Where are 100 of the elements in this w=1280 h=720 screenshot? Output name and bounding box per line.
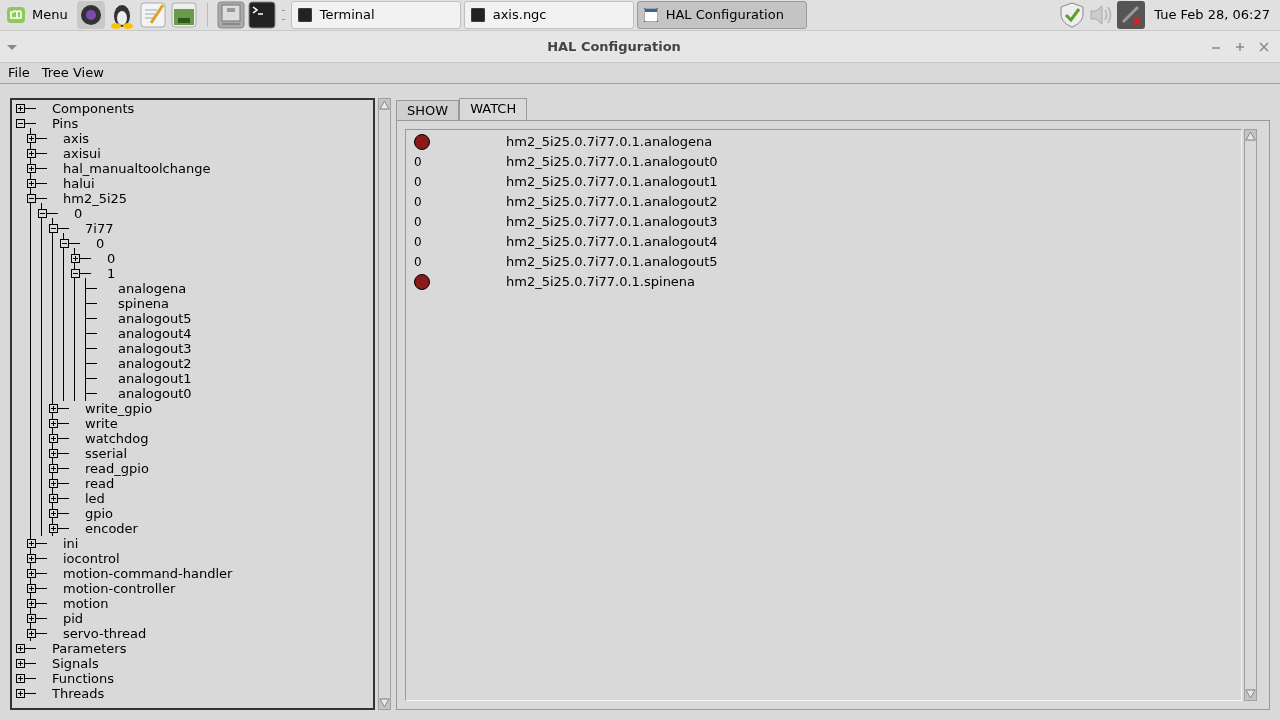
tree-item[interactable]: analogout1 bbox=[118, 371, 192, 386]
scroll-down-icon[interactable] bbox=[379, 698, 390, 709]
tree-item[interactable]: Pins bbox=[52, 116, 79, 131]
tree-item[interactable]: gpio bbox=[85, 506, 114, 521]
tree-item[interactable]: analogout0 bbox=[118, 386, 192, 401]
pin-name: hm2_5i25.0.7i77.0.1.analogout1 bbox=[506, 173, 718, 192]
expand-toggle[interactable] bbox=[16, 659, 25, 668]
tree-item[interactable]: motion-command-handler bbox=[63, 566, 233, 581]
collapse-toggle[interactable] bbox=[49, 224, 58, 233]
collapse-toggle[interactable] bbox=[27, 194, 36, 203]
expand-toggle[interactable] bbox=[27, 614, 36, 623]
expand-toggle[interactable] bbox=[49, 434, 58, 443]
tree-item[interactable]: 0 bbox=[96, 236, 105, 251]
menu-button[interactable]: Menu bbox=[4, 1, 70, 29]
expand-toggle[interactable] bbox=[49, 509, 58, 518]
collapse-toggle[interactable] bbox=[38, 209, 47, 218]
collapse-toggle[interactable] bbox=[71, 269, 80, 278]
tree-item[interactable]: ini bbox=[63, 536, 79, 551]
tree-item[interactable]: write bbox=[85, 416, 118, 431]
pin-value: 0 bbox=[414, 214, 422, 231]
tree-item[interactable]: 0 bbox=[74, 206, 83, 221]
scrollbar[interactable] bbox=[378, 98, 391, 710]
taskbar-window-button[interactable]: HAL Configuration bbox=[636, 1, 807, 29]
pin-name: hm2_5i25.0.7i77.0.1.analogout0 bbox=[506, 153, 718, 172]
maximize-icon[interactable] bbox=[1234, 40, 1246, 53]
expand-toggle[interactable] bbox=[16, 689, 25, 698]
tree-item[interactable]: Threads bbox=[52, 686, 105, 701]
expand-toggle[interactable] bbox=[49, 419, 58, 428]
menu-item[interactable]: Tree View bbox=[35, 63, 110, 83]
tree-item[interactable]: read bbox=[85, 476, 115, 491]
expand-toggle[interactable] bbox=[27, 149, 36, 158]
expand-toggle[interactable] bbox=[27, 629, 36, 638]
expand-toggle[interactable] bbox=[49, 479, 58, 488]
tree-item[interactable]: Parameters bbox=[52, 641, 127, 656]
expand-toggle[interactable] bbox=[27, 599, 36, 608]
tree-item[interactable]: servo-thread bbox=[63, 626, 147, 641]
tree-item[interactable]: Signals bbox=[52, 656, 99, 671]
expand-toggle[interactable] bbox=[49, 404, 58, 413]
tab[interactable]: WATCH bbox=[459, 98, 528, 120]
tree-item[interactable]: write_gpio bbox=[85, 401, 153, 416]
menu-item[interactable]: File bbox=[2, 63, 36, 83]
shield-check-icon[interactable] bbox=[1059, 2, 1086, 28]
tree-item[interactable]: sserial bbox=[85, 446, 128, 461]
expand-toggle[interactable] bbox=[27, 584, 36, 593]
tree-item[interactable]: analogout4 bbox=[118, 326, 192, 341]
tree-item[interactable]: 0 bbox=[107, 251, 116, 266]
close-icon[interactable] bbox=[1258, 40, 1270, 53]
tree-item[interactable]: Components bbox=[52, 101, 135, 116]
tree-item[interactable]: spinena bbox=[118, 296, 170, 311]
expand-toggle[interactable] bbox=[27, 164, 36, 173]
expand-toggle[interactable] bbox=[49, 449, 58, 458]
tree-item[interactable]: 1 bbox=[107, 266, 116, 281]
tree-item[interactable]: motion-controller bbox=[63, 581, 176, 596]
tree-item[interactable]: encoder bbox=[85, 521, 138, 536]
tree-item[interactable]: Functions bbox=[52, 671, 115, 686]
terminal-icon[interactable] bbox=[247, 1, 276, 29]
expand-toggle[interactable] bbox=[16, 644, 25, 653]
expand-toggle[interactable] bbox=[49, 524, 58, 533]
collapse-toggle[interactable] bbox=[60, 239, 69, 248]
expand-toggle[interactable] bbox=[16, 674, 25, 683]
taskbar-window-button[interactable]: axis.ngc bbox=[463, 1, 634, 29]
tree-item[interactable]: axis bbox=[63, 131, 90, 146]
camera-lens-icon[interactable] bbox=[76, 1, 105, 29]
expand-toggle[interactable] bbox=[27, 554, 36, 563]
tree-item[interactable]: halui bbox=[63, 176, 95, 191]
leaf-logo-icon bbox=[6, 5, 26, 25]
tree-item[interactable]: read_gpio bbox=[85, 461, 149, 476]
taskbar-window-button[interactable]: Terminal bbox=[290, 1, 461, 29]
tree-item[interactable]: pid bbox=[63, 611, 84, 626]
clock[interactable]: Tue Feb 28, 06:27 bbox=[1148, 5, 1276, 25]
tree-item[interactable]: analogout2 bbox=[118, 356, 192, 371]
tree-item[interactable]: iocontrol bbox=[63, 551, 120, 566]
pin-name: hm2_5i25.0.7i77.0.1.spinena bbox=[506, 273, 696, 292]
tree-item[interactable]: motion bbox=[63, 596, 109, 611]
tree-item[interactable]: hm2_5i25 bbox=[63, 191, 128, 206]
tree-item[interactable]: axisui bbox=[63, 146, 101, 161]
tree-item[interactable]: watchdog bbox=[85, 431, 149, 446]
expand-toggle[interactable] bbox=[49, 494, 58, 503]
scroll-up-icon[interactable] bbox=[379, 99, 390, 110]
collapse-toggle[interactable] bbox=[16, 119, 25, 128]
expand-toggle[interactable] bbox=[27, 179, 36, 188]
scroll-up-icon[interactable] bbox=[1245, 130, 1256, 141]
expand-toggle[interactable] bbox=[27, 569, 36, 578]
expand-toggle[interactable] bbox=[16, 104, 25, 113]
tab[interactable]: SHOW bbox=[396, 100, 460, 120]
window-thumbnail-icon bbox=[470, 8, 485, 22]
expand-toggle[interactable] bbox=[27, 134, 36, 143]
tree-item[interactable]: analogena bbox=[118, 281, 187, 296]
tree-item[interactable]: 7i77 bbox=[85, 221, 114, 236]
tree-item[interactable]: analogout5 bbox=[118, 311, 192, 326]
window-icon[interactable] bbox=[169, 1, 198, 29]
tree-item[interactable]: led bbox=[85, 491, 105, 506]
expand-toggle[interactable] bbox=[71, 254, 80, 263]
expand-toggle[interactable] bbox=[49, 464, 58, 473]
network-disconnected-icon[interactable] bbox=[1117, 1, 1146, 29]
scroll-down-icon[interactable] bbox=[1245, 689, 1256, 700]
expand-toggle[interactable] bbox=[27, 539, 36, 548]
tree-item[interactable]: hal_manualtoolchange bbox=[63, 161, 211, 176]
tree-item[interactable]: analogout3 bbox=[118, 341, 192, 356]
scrollbar[interactable] bbox=[1244, 129, 1257, 701]
